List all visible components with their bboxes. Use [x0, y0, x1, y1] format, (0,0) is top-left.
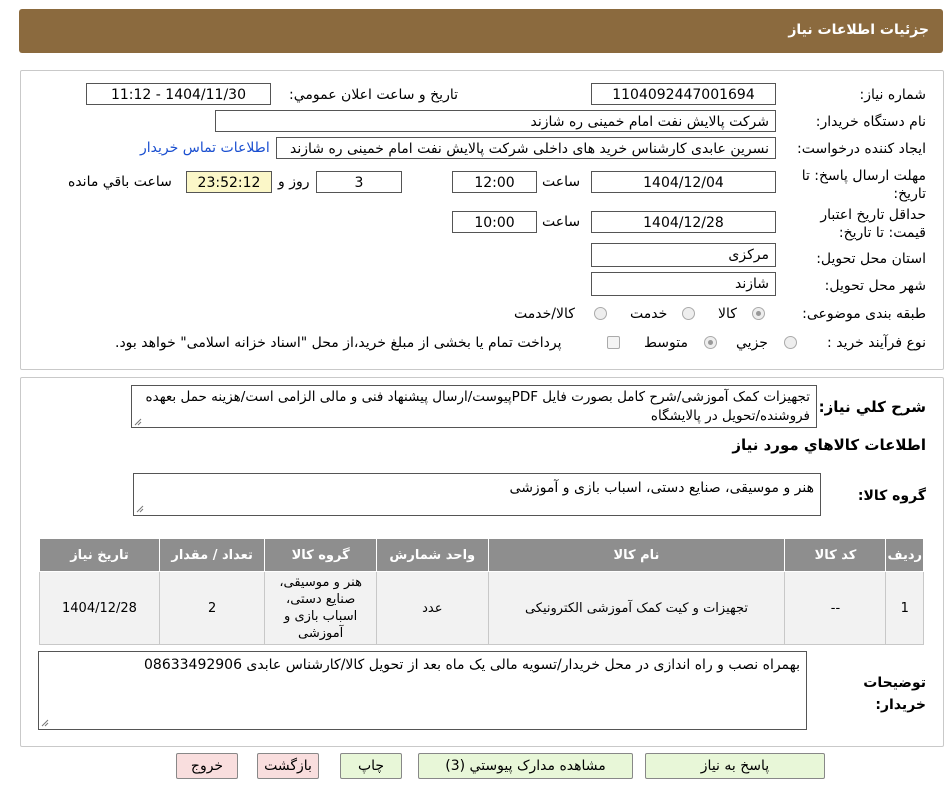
- remaining-time-field: 23:52:12: [186, 171, 272, 193]
- deadline-time-field: 12:00: [452, 171, 537, 193]
- page-header: جزئیات اطلاعات نیاز: [19, 9, 943, 53]
- category-label: طبقه بندی موضوعی:: [802, 306, 926, 322]
- buyer-org-field: شرکت پالایش نفت امام خمینی ره شازند: [215, 110, 776, 132]
- row-name: تجهیزات و کیت کمک آموزشی الکترونیکی: [487, 571, 786, 645]
- resize-grip-icon: [136, 505, 144, 513]
- province-field: مرکزی: [591, 243, 776, 267]
- process-radio-minor[interactable]: [784, 336, 797, 349]
- days-label: روز و: [278, 174, 310, 190]
- category-option-service: خدمت: [630, 306, 668, 322]
- payment-note: پرداخت تمام يا بخشی از مبلغ خريد،از محل …: [115, 335, 562, 351]
- validity-time-label: ساعت: [542, 214, 581, 230]
- page-title: جزئیات اطلاعات نیاز: [788, 22, 929, 38]
- goods-group-label: گروه کالا:: [857, 488, 926, 504]
- process-option-medium: متوسط: [644, 335, 688, 351]
- province-label: استان محل تحويل:: [816, 251, 926, 267]
- row-unit: عدد: [376, 571, 489, 645]
- buyer-notes-text: بهمراه نصب و راه اندازی در محل خریدار/تس…: [38, 651, 807, 730]
- row-code: --: [784, 571, 887, 645]
- goods-group-field: هنر و موسیقی، صنایع دستی، اسباب بازی و آ…: [133, 473, 821, 516]
- row-qty: 2: [158, 571, 266, 645]
- row-index: 1: [885, 571, 924, 645]
- view-documents-button[interactable]: مشاهده مدارک پيوستي (3): [418, 753, 633, 779]
- col-qty-header: تعداد / مقدار: [158, 538, 266, 572]
- process-radio-medium[interactable]: [704, 336, 717, 349]
- goods-table: رديف کد کالا نام کالا واحد شمارش گروه کا…: [39, 538, 924, 645]
- city-label: شهر محل تحويل:: [824, 278, 926, 294]
- col-name-header: نام کالا: [487, 538, 786, 572]
- buyer-org-label: نام دستگاه خريدار:: [815, 114, 926, 130]
- requester-label: ايجاد کننده درخواست:: [797, 141, 926, 157]
- col-group-header: گروه کالا: [264, 538, 377, 572]
- process-label: نوع فرآيند خريد :: [827, 335, 926, 351]
- need-number-field: 1104092447001694: [591, 83, 776, 105]
- payment-checkbox[interactable]: [607, 336, 620, 349]
- deadline-date-field: 1404/12/04: [591, 171, 776, 193]
- goods-section-title: اطلاعات کالاهاي مورد نياز: [732, 436, 926, 454]
- respond-button[interactable]: پاسخ به نياز: [645, 753, 825, 779]
- process-option-minor: جزيي: [736, 335, 768, 351]
- category-option-goods: کالا: [718, 306, 737, 322]
- col-row-header: رديف: [885, 538, 924, 572]
- goods-table-header: رديف کد کالا نام کالا واحد شمارش گروه کا…: [39, 538, 924, 572]
- exit-button[interactable]: خروج: [176, 753, 238, 779]
- days-field: 3: [316, 171, 402, 193]
- deadline-label: مهلت ارسال پاسخ: تا تاریخ:: [801, 168, 926, 202]
- need-number-label: شماره نیاز:: [859, 87, 927, 103]
- announce-field: 1404/11/30 - 11:12: [86, 83, 271, 105]
- description-text: تجهیزات کمک آموزشی/شرح کامل بصورت فایل P…: [131, 385, 817, 428]
- buyer-notes-label: توضيحات خريدار:: [863, 675, 926, 713]
- col-unit-header: واحد شمارش: [376, 538, 489, 572]
- announce-label: تاریخ و ساعت اعلان عمومي:: [289, 87, 458, 103]
- requester-field: نسرین عابدی کارشناس خرید های داخلی شرکت …: [276, 137, 776, 159]
- validity-date-field: 1404/12/28: [591, 211, 776, 233]
- description-label: شرح کلي نياز:: [818, 398, 926, 416]
- col-code-header: کد کالا: [784, 538, 887, 572]
- validity-label: حداقل تاريخ اعتبار قیمت: تا تاریخ:: [820, 207, 926, 241]
- category-radio-service[interactable]: [682, 307, 695, 320]
- back-button[interactable]: بازگشت: [257, 753, 319, 779]
- remaining-label: ساعت باقي مانده: [68, 174, 172, 190]
- buyer-contact-link[interactable]: اطلاعات تماس خريدار: [140, 140, 270, 156]
- category-option-goods-service: کالا/خدمت: [514, 306, 575, 322]
- print-button[interactable]: چاپ: [340, 753, 402, 779]
- city-field: شازند: [591, 272, 776, 296]
- table-row: 1 -- تجهیزات و کیت کمک آموزشی الکترونیکی…: [39, 571, 924, 645]
- category-radio-goods-service[interactable]: [594, 307, 607, 320]
- col-date-header: تاريخ نياز: [39, 538, 160, 572]
- row-group: هنر و موسیقی، صنایع دستی، اسباب بازی و آ…: [264, 571, 377, 645]
- category-radio-goods[interactable]: [752, 307, 765, 320]
- row-date: 1404/12/28: [39, 571, 160, 645]
- deadline-time-label: ساعت: [542, 174, 581, 190]
- resize-grip-icon: [134, 418, 142, 426]
- validity-time-field: 10:00: [452, 211, 537, 233]
- resize-grip-icon: [41, 719, 49, 727]
